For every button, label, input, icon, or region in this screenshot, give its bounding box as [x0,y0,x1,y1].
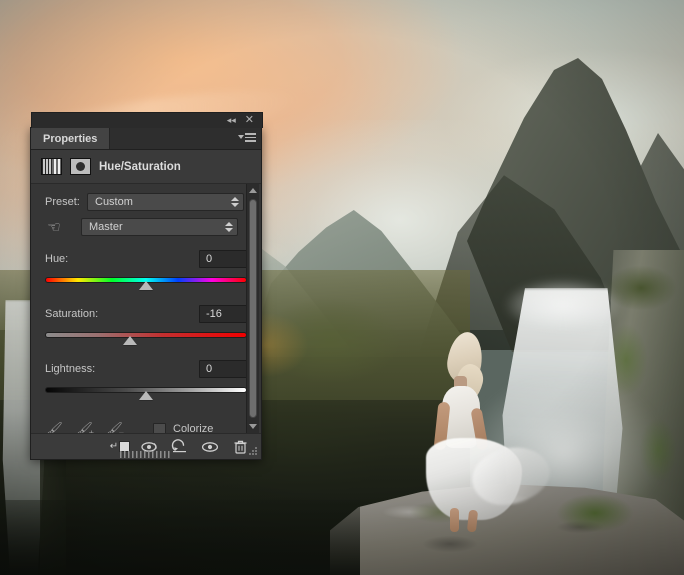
channel-value: Master [89,221,123,233]
panel-content: Preset: Custom ☜ Master [31,184,261,433]
ledge-moss [540,480,650,540]
scroll-down-arrow-icon[interactable] [247,420,259,433]
figure-leg [450,508,459,532]
panel-tab-strip: Properties [31,128,261,150]
adjustment-header: Hue/Saturation [31,150,261,184]
colorize-checkbox[interactable] [153,423,166,434]
reset-arrow-icon [171,439,189,454]
chevron-down-icon [238,135,244,139]
saturation-header: Saturation: -16 [45,305,247,323]
saturation-track-wrap[interactable] [45,330,247,346]
preset-label: Preset: [45,196,85,208]
adjustment-layer-thumbnail-icon[interactable] [41,158,62,175]
saturation-slider-thumb[interactable] [123,336,137,345]
photoshop-canvas: ◂◂ ✕ Properties Hue/Saturation Preset: C… [0,0,684,575]
panel-menu-icon[interactable] [238,133,256,142]
saturation-track[interactable] [45,332,247,338]
targeted-adjustment-hand-icon[interactable]: ☜ [43,216,65,238]
foreground-shadow [0,500,360,575]
close-icon[interactable]: ✕ [245,115,254,126]
panel-drag-grip[interactable] [120,451,172,458]
panel-scrollbar[interactable] [246,184,259,433]
channel-dropdown[interactable]: Master [81,218,238,236]
preset-value: Custom [95,196,133,208]
trash-icon [233,439,248,455]
preset-dropdown[interactable]: Custom [87,193,244,211]
collapse-arrows-icon[interactable]: ◂◂ [227,116,236,125]
hue-track-wrap[interactable] [45,275,247,291]
colorize-label: Colorize [173,423,213,433]
lightness-label: Lightness: [45,363,95,375]
saturation-label: Saturation: [45,308,98,320]
panel-footer-toolbar: ↵ [31,433,261,459]
scrollbar-thumb[interactable] [249,199,257,418]
lightness-track-wrap[interactable] [45,385,247,401]
eyedropper-row: 🖌 🖌+ 🖌− Colorize [31,419,261,433]
preset-row: Preset: Custom [31,193,261,211]
channel-row: ☜ Master [31,218,261,236]
lightness-slider-thumb[interactable] [139,391,153,400]
scroll-up-arrow-icon[interactable] [247,184,259,197]
panel-resize-grip[interactable] [248,446,258,456]
hue-slider-block: Hue: 0 [31,250,261,291]
saturation-value-input[interactable]: -16 [199,305,247,323]
stepper-arrows-icon [231,197,239,207]
woman-figure [430,330,540,535]
hue-slider-thumb[interactable] [139,281,153,290]
eye-icon [201,441,219,453]
properties-panel: ◂◂ ✕ Properties Hue/Saturation Preset: C… [30,127,262,460]
lightness-slider-block: Lightness: 0 [31,360,261,401]
panel-window-controls: ◂◂ ✕ [31,112,263,128]
colorize-checkbox-row[interactable]: Colorize [153,423,213,434]
layer-mask-thumbnail-icon[interactable] [70,158,91,175]
subtract-from-sample-eyedropper-icon[interactable]: 🖌− [105,420,123,433]
page-title: Hue/Saturation [99,161,181,173]
tab-properties[interactable]: Properties [31,128,110,149]
stepper-arrows-icon [225,222,233,232]
hue-header: Hue: 0 [45,250,247,268]
lightness-value-input[interactable]: 0 [199,360,247,378]
hue-label: Hue: [45,253,68,265]
tab-properties-label: Properties [43,133,97,145]
sample-color-eyedropper-icon[interactable]: 🖌 [45,420,63,433]
saturation-slider-block: Saturation: -16 [31,305,261,346]
lightness-header: Lightness: 0 [45,360,247,378]
figure-leg [467,510,478,533]
toggle-layer-visibility-button[interactable] [195,435,225,459]
hue-value-input[interactable]: 0 [199,250,247,268]
hamburger-icon [245,133,256,142]
add-to-sample-eyedropper-icon[interactable]: 🖌+ [75,420,93,433]
